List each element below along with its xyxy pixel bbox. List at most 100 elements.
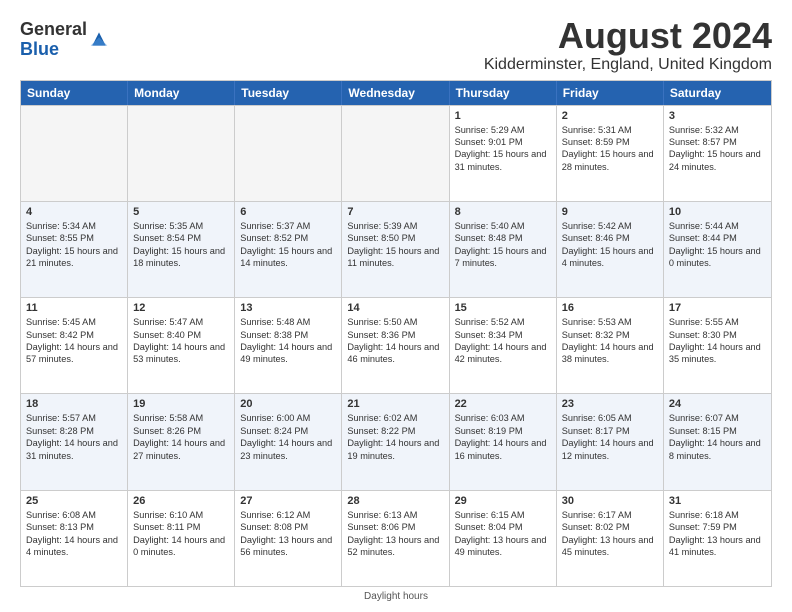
day-cell-9: 9Sunrise: 5:42 AMSunset: 8:46 PMDaylight… [557, 202, 664, 297]
daylight-text: Daylight: 15 hours and 0 minutes. [669, 245, 766, 270]
sunrise-text: Sunrise: 6:08 AM [26, 509, 122, 521]
day-cell-24: 24Sunrise: 6:07 AMSunset: 8:15 PMDayligh… [664, 394, 771, 489]
day-number: 29 [455, 495, 551, 507]
sunset-text: Sunset: 8:24 PM [240, 425, 336, 437]
day-cell-3: 3Sunrise: 5:32 AMSunset: 8:57 PMDaylight… [664, 106, 771, 201]
header-day-wednesday: Wednesday [342, 81, 449, 105]
daylight-text: Daylight: 14 hours and 27 minutes. [133, 437, 229, 462]
header-day-sunday: Sunday [21, 81, 128, 105]
header-day-thursday: Thursday [450, 81, 557, 105]
day-number: 3 [669, 110, 766, 122]
sunset-text: Sunset: 8:46 PM [562, 232, 658, 244]
day-number: 4 [26, 206, 122, 218]
daylight-text: Daylight: 15 hours and 7 minutes. [455, 245, 551, 270]
day-cell-20: 20Sunrise: 6:00 AMSunset: 8:24 PMDayligh… [235, 394, 342, 489]
day-number: 25 [26, 495, 122, 507]
daylight-text: Daylight: 15 hours and 31 minutes. [455, 148, 551, 173]
day-number: 17 [669, 302, 766, 314]
day-number: 22 [455, 398, 551, 410]
day-number: 24 [669, 398, 766, 410]
header-day-monday: Monday [128, 81, 235, 105]
day-number: 11 [26, 302, 122, 314]
day-cell-29: 29Sunrise: 6:15 AMSunset: 8:04 PMDayligh… [450, 491, 557, 586]
daylight-text: Daylight: 14 hours and 46 minutes. [347, 341, 443, 366]
day-number: 18 [26, 398, 122, 410]
sunset-text: Sunset: 8:42 PM [26, 329, 122, 341]
sunrise-text: Sunrise: 6:07 AM [669, 412, 766, 424]
sunset-text: Sunset: 8:13 PM [26, 521, 122, 533]
sunset-text: Sunset: 7:59 PM [669, 521, 766, 533]
sunset-text: Sunset: 8:38 PM [240, 329, 336, 341]
day-cell-28: 28Sunrise: 6:13 AMSunset: 8:06 PMDayligh… [342, 491, 449, 586]
day-number: 10 [669, 206, 766, 218]
day-number: 8 [455, 206, 551, 218]
daylight-text: Daylight: 14 hours and 31 minutes. [26, 437, 122, 462]
calendar-week-1: 1Sunrise: 5:29 AMSunset: 9:01 PMDaylight… [21, 105, 771, 201]
page: General Blue August 2024 Kidderminster, … [0, 0, 792, 612]
day-cell-26: 26Sunrise: 6:10 AMSunset: 8:11 PMDayligh… [128, 491, 235, 586]
sunrise-text: Sunrise: 5:29 AM [455, 124, 551, 136]
sunrise-text: Sunrise: 5:31 AM [562, 124, 658, 136]
day-number: 12 [133, 302, 229, 314]
sunset-text: Sunset: 8:02 PM [562, 521, 658, 533]
daylight-text: Daylight: 15 hours and 21 minutes. [26, 245, 122, 270]
daylight-text: Daylight: 15 hours and 11 minutes. [347, 245, 443, 270]
logo-blue: Blue [20, 39, 59, 59]
daylight-text: Daylight: 15 hours and 4 minutes. [562, 245, 658, 270]
day-cell-18: 18Sunrise: 5:57 AMSunset: 8:28 PMDayligh… [21, 394, 128, 489]
sunset-text: Sunset: 8:15 PM [669, 425, 766, 437]
daylight-text: Daylight: 14 hours and 49 minutes. [240, 341, 336, 366]
day-number: 6 [240, 206, 336, 218]
daylight-text: Daylight: 14 hours and 12 minutes. [562, 437, 658, 462]
day-number: 31 [669, 495, 766, 507]
day-cell-16: 16Sunrise: 5:53 AMSunset: 8:32 PMDayligh… [557, 298, 664, 393]
day-number: 7 [347, 206, 443, 218]
day-number: 9 [562, 206, 658, 218]
daylight-text: Daylight: 13 hours and 52 minutes. [347, 534, 443, 559]
daylight-text: Daylight: 15 hours and 14 minutes. [240, 245, 336, 270]
daylight-text: Daylight: 14 hours and 19 minutes. [347, 437, 443, 462]
sunset-text: Sunset: 8:40 PM [133, 329, 229, 341]
sunset-text: Sunset: 8:28 PM [26, 425, 122, 437]
sunrise-text: Sunrise: 6:15 AM [455, 509, 551, 521]
day-cell-23: 23Sunrise: 6:05 AMSunset: 8:17 PMDayligh… [557, 394, 664, 489]
calendar-week-2: 4Sunrise: 5:34 AMSunset: 8:55 PMDaylight… [21, 201, 771, 297]
sunset-text: Sunset: 8:48 PM [455, 232, 551, 244]
day-cell-2: 2Sunrise: 5:31 AMSunset: 8:59 PMDaylight… [557, 106, 664, 201]
day-number: 14 [347, 302, 443, 314]
logo: General Blue [20, 20, 109, 60]
day-cell-17: 17Sunrise: 5:55 AMSunset: 8:30 PMDayligh… [664, 298, 771, 393]
sunset-text: Sunset: 8:22 PM [347, 425, 443, 437]
sunset-text: Sunset: 8:59 PM [562, 136, 658, 148]
calendar-body: 1Sunrise: 5:29 AMSunset: 9:01 PMDaylight… [21, 105, 771, 586]
sunrise-text: Sunrise: 6:12 AM [240, 509, 336, 521]
sunrise-text: Sunrise: 6:18 AM [669, 509, 766, 521]
empty-cell [128, 106, 235, 201]
sunrise-text: Sunrise: 5:58 AM [133, 412, 229, 424]
sunrise-text: Sunrise: 5:40 AM [455, 220, 551, 232]
sunset-text: Sunset: 8:06 PM [347, 521, 443, 533]
sunset-text: Sunset: 8:52 PM [240, 232, 336, 244]
sunset-text: Sunset: 9:01 PM [455, 136, 551, 148]
daylight-text: Daylight: 14 hours and 53 minutes. [133, 341, 229, 366]
sunrise-text: Sunrise: 5:45 AM [26, 316, 122, 328]
day-number: 21 [347, 398, 443, 410]
sunrise-text: Sunrise: 6:05 AM [562, 412, 658, 424]
calendar-week-4: 18Sunrise: 5:57 AMSunset: 8:28 PMDayligh… [21, 393, 771, 489]
sunset-text: Sunset: 8:11 PM [133, 521, 229, 533]
day-cell-8: 8 Sunrise: 5:40 AMSunset: 8:48 PMDaylight… [450, 202, 557, 297]
sunset-text: Sunset: 8:55 PM [26, 232, 122, 244]
footer-note: Daylight hours [20, 587, 772, 602]
header: General Blue August 2024 Kidderminster, … [20, 16, 772, 74]
day-number: 16 [562, 302, 658, 314]
sunrise-text: Sunrise: 5:35 AM [133, 220, 229, 232]
sunset-text: Sunset: 8:44 PM [669, 232, 766, 244]
day-cell-1: 1Sunrise: 5:29 AMSunset: 9:01 PMDaylight… [450, 106, 557, 201]
daylight-text: Daylight: 14 hours and 35 minutes. [669, 341, 766, 366]
calendar-week-5: 25 Sunrise: 6:08 AMSunset: 8:13 PM Dayligh… [21, 490, 771, 586]
day-cell-10: 10Sunrise: 5:44 AMSunset: 8:44 PMDayligh… [664, 202, 771, 297]
day-number: 2 [562, 110, 658, 122]
sunset-text: Sunset: 8:17 PM [562, 425, 658, 437]
sunset-text: Sunset: 8:34 PM [455, 329, 551, 341]
sunrise-text: Sunrise: 5:32 AM [669, 124, 766, 136]
